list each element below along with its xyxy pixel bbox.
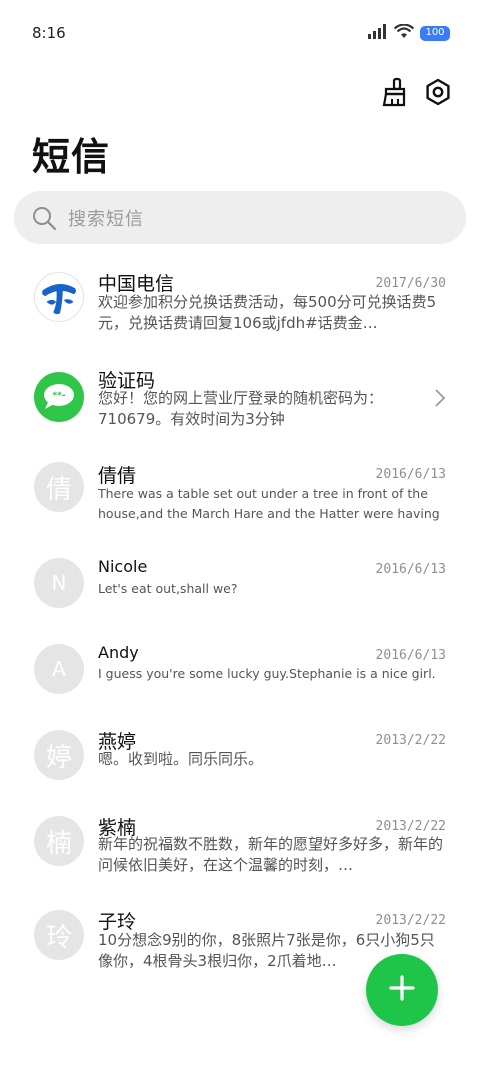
message-preview: Let's eat out,shall we? xyxy=(98,581,238,596)
contact-name: Nicole xyxy=(98,557,148,576)
message-date: 2016/6/13 xyxy=(375,648,446,663)
message-preview: 新年的祝福数不胜数，新年的愿望好多好多，新年的问候依旧美好，在这个温馨的时刻，… xyxy=(98,835,443,874)
clean-button[interactable] xyxy=(376,76,412,112)
message-date: 2013/2/22 xyxy=(375,913,446,928)
message-preview: 嗯。收到啦。同乐同乐。 xyxy=(98,750,264,768)
conversation-item[interactable]: 倩 倩倩 2016/6/13 There was a table set out… xyxy=(0,452,480,542)
avatar: N xyxy=(34,558,84,608)
message-preview: 您好！您的网上营业厅登录的随机密码为：710679。有效时间为3分钟 xyxy=(98,389,384,428)
messages-screen: 8:16 100 短信 搜索短信 中国电信 2017/6/30 欢迎参加积分兑换… xyxy=(0,0,480,1067)
conversation-item[interactable]: N Nicole 2016/6/13 Let's eat out,shall w… xyxy=(0,548,480,628)
settings-button[interactable] xyxy=(420,76,456,112)
message-date: 2016/6/13 xyxy=(375,467,446,482)
conversation-item[interactable]: 婷 燕婷 2013/2/22 嗯。收到啦。同乐同乐。 xyxy=(0,718,480,798)
avatar: 楠 xyxy=(34,816,84,866)
conversation-item[interactable]: A Andy 2016/6/13 I guess you're some luc… xyxy=(0,634,480,714)
page-title: 短信 xyxy=(32,135,111,179)
message-date: 2016/6/13 xyxy=(375,562,446,577)
status-icons: 100 xyxy=(368,23,450,43)
avatar: 倩 xyxy=(34,462,84,512)
search-placeholder: 搜索短信 xyxy=(68,208,144,230)
battery-indicator: 100 xyxy=(420,26,450,41)
search-icon xyxy=(30,204,58,232)
chat-bubble-icon: **- xyxy=(34,372,84,422)
search-input[interactable]: 搜索短信 xyxy=(14,191,466,244)
conversation-item[interactable]: 楠 紫楠 2013/2/22 新年的祝福数不胜数，新年的愿望好多好多，新年的问候… xyxy=(0,804,480,894)
message-preview: I guess you're some lucky guy.Stephanie … xyxy=(98,666,436,681)
contact-name: Andy xyxy=(98,643,139,662)
telecom-logo-icon xyxy=(34,272,84,322)
message-date: 2013/2/22 xyxy=(375,733,446,748)
broom-icon xyxy=(380,77,408,111)
status-time: 8:16 xyxy=(32,24,66,42)
avatar: 婷 xyxy=(34,730,84,780)
conversation-item[interactable]: 中国电信 2017/6/30 欢迎参加积分兑换话费活动，每500分可兑换话费5元… xyxy=(0,260,480,350)
chevron-right-icon xyxy=(434,388,446,412)
conversation-item[interactable]: **- 验证码 您好！您的网上营业厅登录的随机密码为：710679。有效时间为3… xyxy=(0,356,480,446)
avatar: 玲 xyxy=(34,910,84,960)
plus-icon xyxy=(388,974,416,1006)
wifi-icon xyxy=(393,23,415,43)
signal-icon xyxy=(368,24,388,43)
message-preview: There was a table set out under a tree i… xyxy=(98,486,440,521)
message-preview: 欢迎参加积分兑换话费活动，每500分可兑换话费5元，兑换话费请回复106或jfd… xyxy=(98,293,437,332)
message-date: 2013/2/22 xyxy=(375,819,446,834)
new-message-button[interactable] xyxy=(366,954,438,1026)
message-date: 2017/6/30 xyxy=(375,276,446,291)
gear-icon xyxy=(424,78,452,110)
svg-text:**-: **- xyxy=(52,391,65,401)
status-bar: 8:16 100 xyxy=(0,0,480,66)
avatar: A xyxy=(34,644,84,694)
